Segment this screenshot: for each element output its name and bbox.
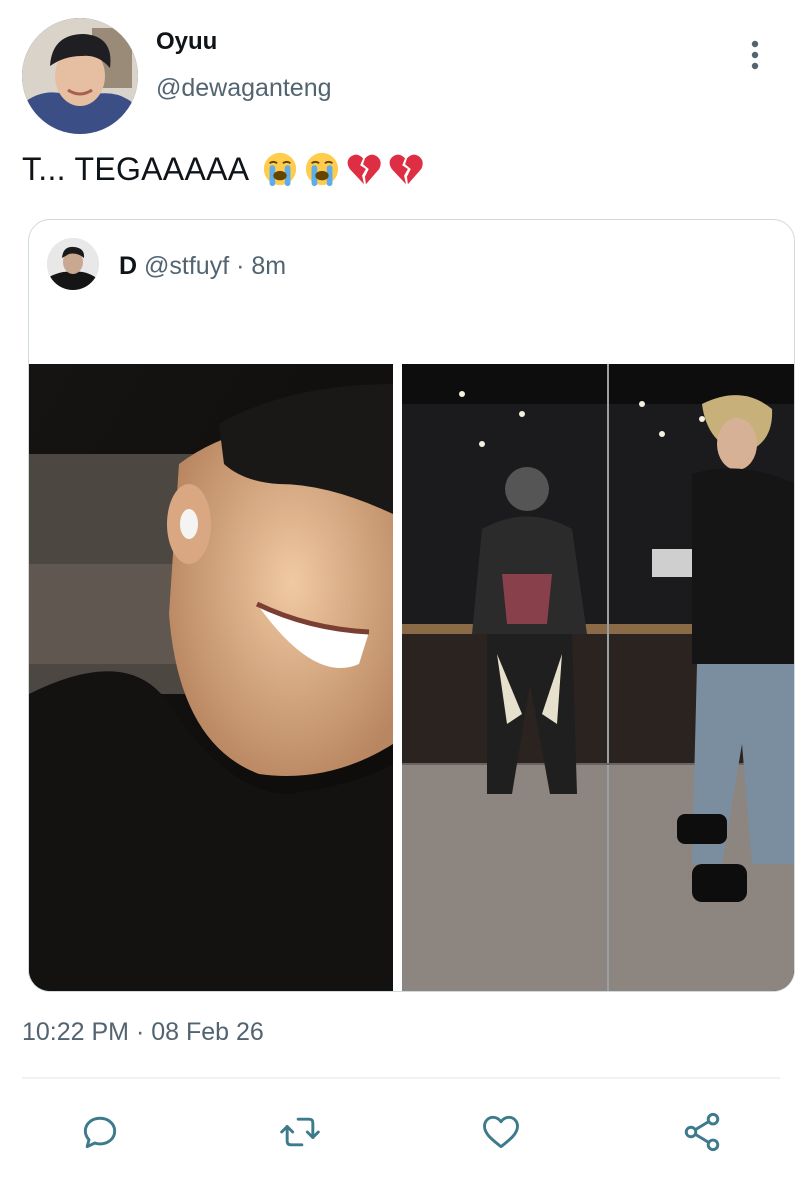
actions-divider xyxy=(22,1077,780,1079)
author-display-name[interactable]: Oyuu xyxy=(156,28,217,56)
retweet-button[interactable] xyxy=(274,1106,326,1158)
selfie-photo[interactable] xyxy=(29,364,393,991)
quoted-age: 8m xyxy=(251,252,287,280)
broken-heart-icon xyxy=(389,154,424,185)
meta-separator: · xyxy=(236,252,245,280)
tweet-timestamp[interactable]: 10:22 PM · 08 Feb 26 xyxy=(22,1018,264,1047)
reply-button[interactable] xyxy=(74,1106,126,1158)
emoji-group xyxy=(261,150,425,188)
tweet-actions-bar xyxy=(0,1100,802,1164)
tweet-text-row: T... TEGAAAAA xyxy=(22,150,425,188)
more-options-button[interactable] xyxy=(736,36,774,74)
reply-icon xyxy=(83,1116,117,1149)
quoted-tweet-card[interactable]: D @stfuyf · 8m xyxy=(28,219,795,992)
loudly-crying-face-icon xyxy=(264,152,297,187)
author-avatar[interactable] xyxy=(22,18,138,134)
quoted-handle[interactable]: @stfuyf xyxy=(144,252,229,280)
more-vertical-icon xyxy=(751,40,759,70)
retweet-icon xyxy=(280,1117,320,1147)
quoted-media-grid xyxy=(29,364,794,991)
quoted-tweet-meta: D @stfuyf · 8m xyxy=(119,252,286,281)
share-button[interactable] xyxy=(676,1106,728,1158)
tweet-text: T... TEGAAAAA xyxy=(22,150,250,187)
elevator-mirror-photo[interactable] xyxy=(402,364,794,991)
loudly-crying-face-icon xyxy=(306,152,339,187)
author-handle[interactable]: @dewaganteng xyxy=(156,74,332,103)
tweet-detail-page: Oyuu @dewaganteng T... TEGAAAAA D @stfuy… xyxy=(0,0,802,1200)
quoted-author-avatar[interactable] xyxy=(47,238,99,290)
share-icon xyxy=(684,1112,720,1152)
broken-heart-icon xyxy=(347,154,382,185)
like-icon xyxy=(483,1115,519,1149)
quoted-display-name[interactable]: D xyxy=(119,252,137,280)
like-button[interactable] xyxy=(475,1106,527,1158)
